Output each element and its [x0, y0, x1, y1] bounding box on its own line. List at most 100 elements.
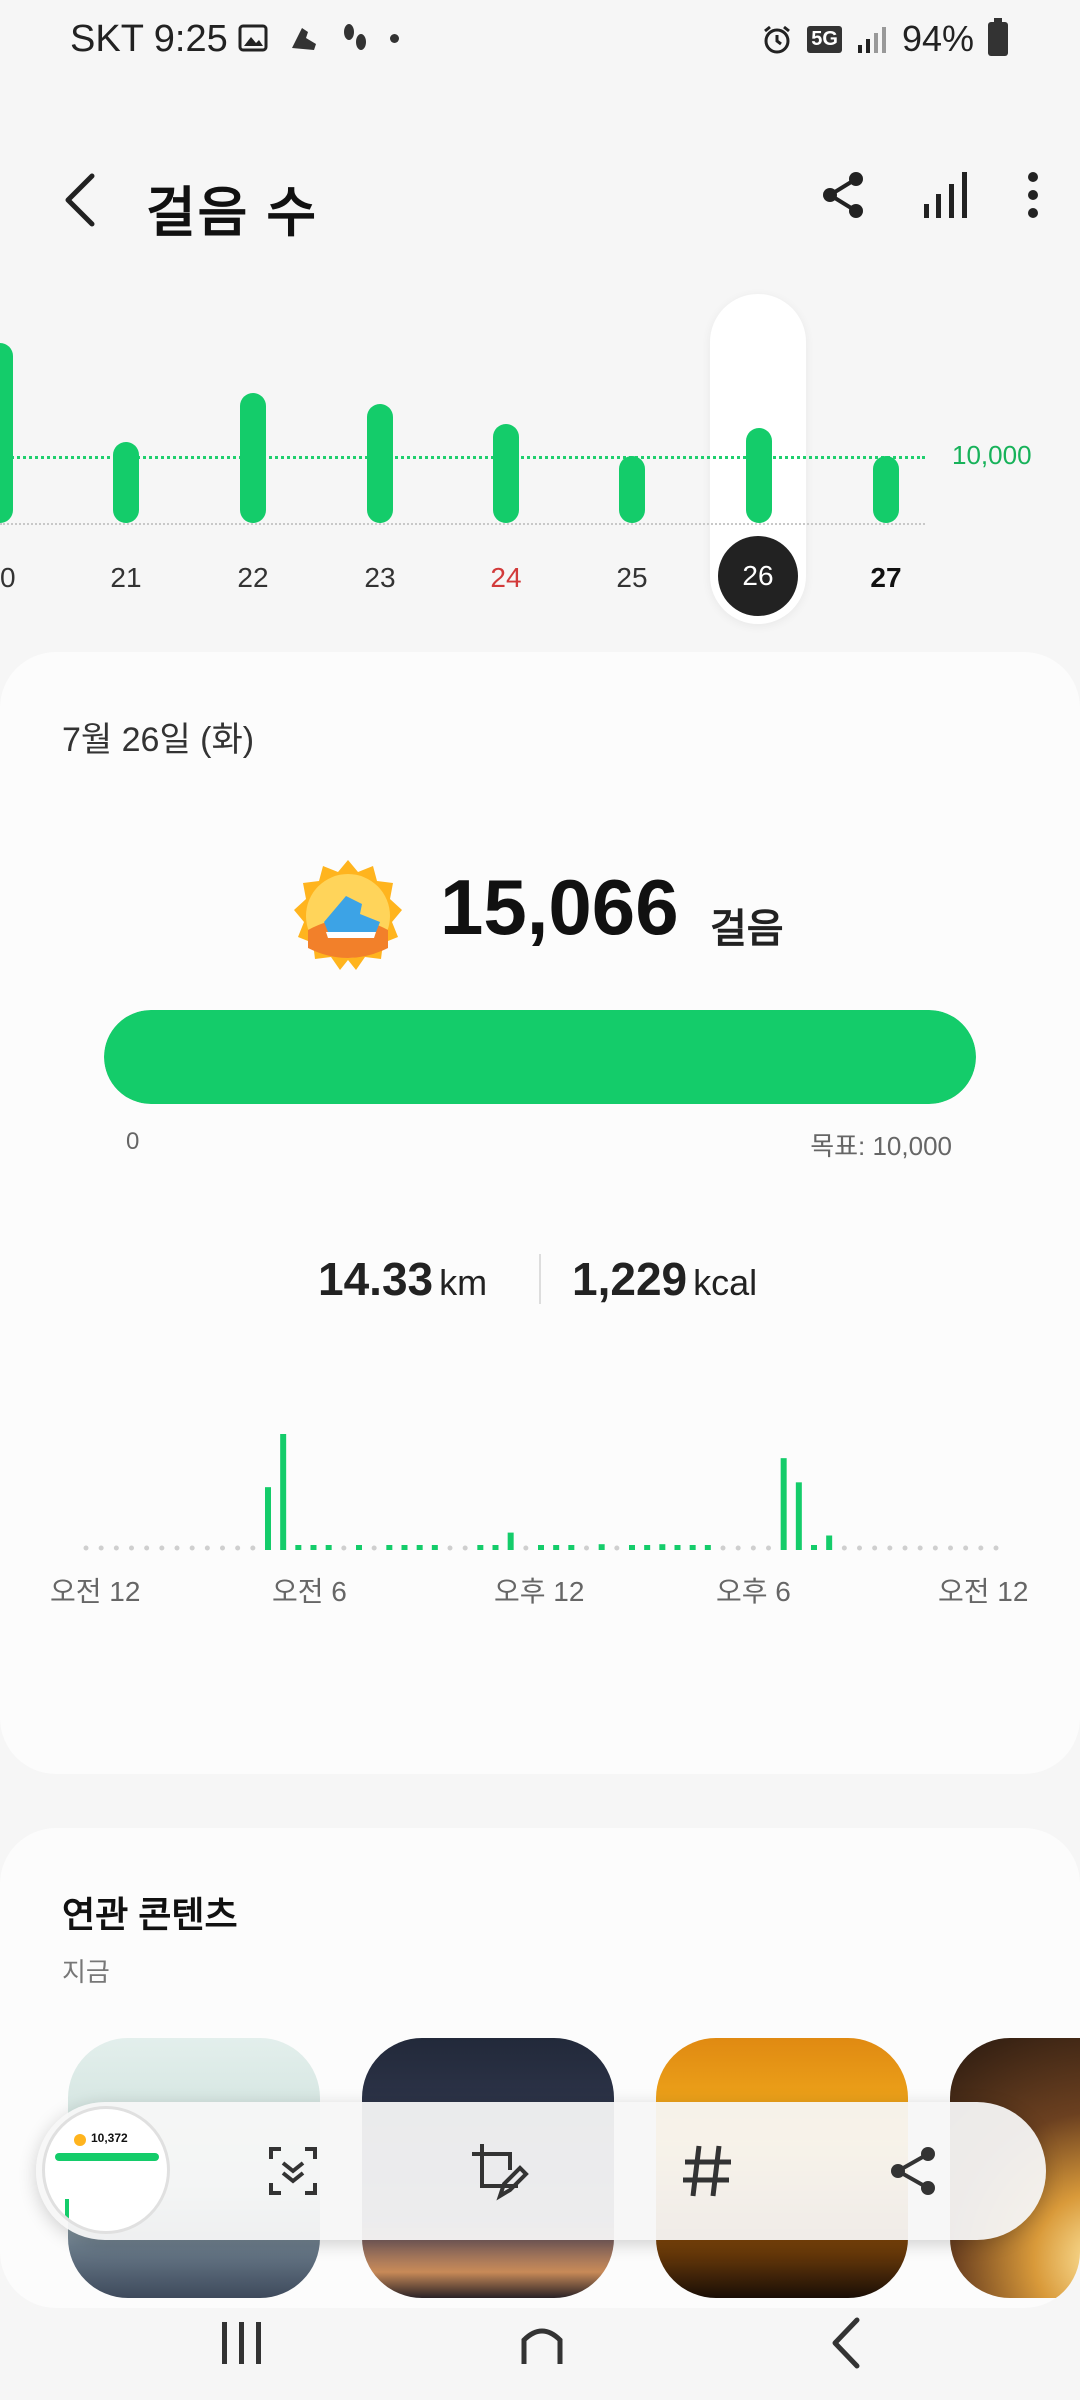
hourly-empty-slot	[250, 1545, 256, 1551]
day-label-24[interactable]: 24	[466, 562, 546, 594]
distance-calories-row: 14.33 km 1,229 kcal	[0, 1252, 1080, 1322]
day-label-20[interactable]: 20	[0, 562, 40, 594]
home-icon	[521, 2328, 563, 2364]
hourly-bar	[280, 1434, 287, 1550]
page-title: 걸음 수	[146, 183, 319, 243]
hourly-empty-slot	[614, 1545, 620, 1551]
hourly-empty-slot	[902, 1545, 908, 1551]
day-label-27[interactable]: 27	[846, 562, 926, 594]
hourly-bar	[325, 1545, 332, 1550]
hourly-bar	[507, 1532, 514, 1550]
hourly-bar	[598, 1544, 605, 1550]
home-button[interactable]	[502, 2308, 582, 2378]
more-options-button[interactable]	[1026, 170, 1040, 225]
day-bar-26[interactable]	[746, 427, 772, 523]
footsteps-icon	[344, 24, 366, 50]
metric-divider	[539, 1254, 541, 1304]
hourly-empty-slot	[932, 1545, 938, 1551]
more-notifications-dot-icon	[390, 33, 399, 43]
hourly-empty-slot	[220, 1545, 225, 1551]
hourly-bar	[295, 1545, 302, 1550]
day-label-25[interactable]: 25	[592, 562, 672, 594]
selected-date: 7월 26일 (화)	[62, 721, 255, 759]
more-vertical-icon	[1028, 172, 1038, 218]
app-header: 걸음 수	[0, 150, 1080, 250]
recent-apps-button[interactable]	[202, 2308, 282, 2378]
hourly-empty-slot	[917, 1545, 923, 1551]
hourly-empty-slot	[159, 1545, 165, 1551]
hourly-empty-slot	[235, 1545, 241, 1551]
notification-icons	[238, 22, 399, 54]
hourly-bar	[401, 1545, 408, 1550]
hourly-empty-slot	[750, 1545, 756, 1551]
related-heading: 연관 콘텐츠	[62, 1894, 238, 1935]
mini-medal-icon	[74, 2134, 86, 2146]
trends-button[interactable]	[922, 170, 970, 225]
hourly-empty-slot	[978, 1545, 984, 1551]
calories-unit: kcal	[693, 1262, 758, 1303]
hourly-empty-slot	[766, 1545, 771, 1551]
hourly-bar	[826, 1535, 833, 1550]
hourly-bar	[386, 1545, 393, 1550]
progress-min-label: 0	[126, 1128, 140, 1155]
hourly-empty-slot	[735, 1545, 741, 1551]
hourly-bar	[492, 1545, 499, 1550]
weekly-step-bars[interactable]: 10,000 20 21 22 23 24 25 27 26	[0, 290, 1080, 630]
day-bar-27[interactable]	[873, 456, 899, 523]
day-bar-24[interactable]	[493, 424, 519, 523]
back-nav-button[interactable]	[806, 2308, 886, 2378]
hourly-bar	[265, 1487, 271, 1550]
hourly-bar	[795, 1482, 802, 1550]
related-subtitle: 지금	[62, 1957, 110, 1987]
add-tags-button[interactable]	[672, 2136, 742, 2206]
day-bar-22[interactable]	[240, 393, 266, 523]
hourly-empty-slot	[371, 1545, 377, 1551]
screenshot-preview[interactable]: 10,372	[42, 2106, 170, 2234]
hourly-bar	[811, 1545, 817, 1550]
hourly-bar	[644, 1545, 651, 1550]
hourly-empty-slot	[887, 1545, 893, 1551]
day-bar-25[interactable]	[619, 456, 645, 523]
goal-achieved-medal-icon	[294, 860, 402, 970]
day-bar-21[interactable]	[113, 442, 139, 523]
base-line	[0, 523, 925, 525]
day-label-21[interactable]: 21	[86, 562, 166, 594]
preview-chart-stub	[65, 2199, 69, 2221]
edit-capture-button[interactable]	[464, 2136, 534, 2206]
hourly-bar	[310, 1545, 317, 1550]
progress-goal-label: 목표: 10,000	[810, 1131, 952, 1161]
selected-day-badge[interactable]: 26	[718, 536, 798, 616]
calories-value: 1,229	[572, 1253, 688, 1305]
hourly-empty-slot	[174, 1545, 180, 1551]
preview-progress-bar	[55, 2153, 159, 2161]
hourly-bar	[356, 1545, 362, 1550]
share-icon	[891, 2147, 935, 2195]
day-label-22[interactable]: 22	[213, 562, 293, 594]
day-bar-20[interactable]	[0, 343, 13, 523]
hourly-empty-slot	[129, 1545, 134, 1551]
goal-line-label: 10,000	[952, 440, 1032, 470]
hourly-bar	[780, 1458, 787, 1550]
hourly-x-tick: 오후 6	[716, 1576, 791, 1607]
scroll-capture-button[interactable]	[258, 2136, 328, 2206]
hourly-empty-slot	[841, 1545, 847, 1551]
back-button[interactable]	[60, 170, 100, 235]
distance-value: 14.33	[318, 1253, 434, 1305]
preview-steps-text: 10,372	[91, 2131, 128, 2145]
day-label-23[interactable]: 23	[340, 562, 420, 594]
distance-unit: km	[439, 1262, 488, 1303]
alarm-icon	[764, 25, 791, 54]
hourly-empty-slot	[447, 1545, 453, 1551]
hourly-steps-chart[interactable]: 오전 12 오전 6 오후 12 오후 6 오전 12	[0, 1422, 1080, 1662]
hourly-empty-slot	[523, 1545, 529, 1551]
capture-toolbar: 10,372	[36, 2102, 1046, 2240]
hourly-x-tick: 오전 12	[50, 1576, 141, 1607]
share-capture-button[interactable]	[878, 2136, 948, 2206]
hourly-empty-slot	[948, 1545, 953, 1551]
day-bar-23[interactable]	[367, 404, 393, 523]
hourly-bar	[553, 1545, 560, 1550]
hourly-steps-plot	[83, 1434, 999, 1551]
share-icon	[823, 172, 863, 218]
hourly-bar	[629, 1545, 635, 1550]
share-button[interactable]	[820, 170, 866, 225]
